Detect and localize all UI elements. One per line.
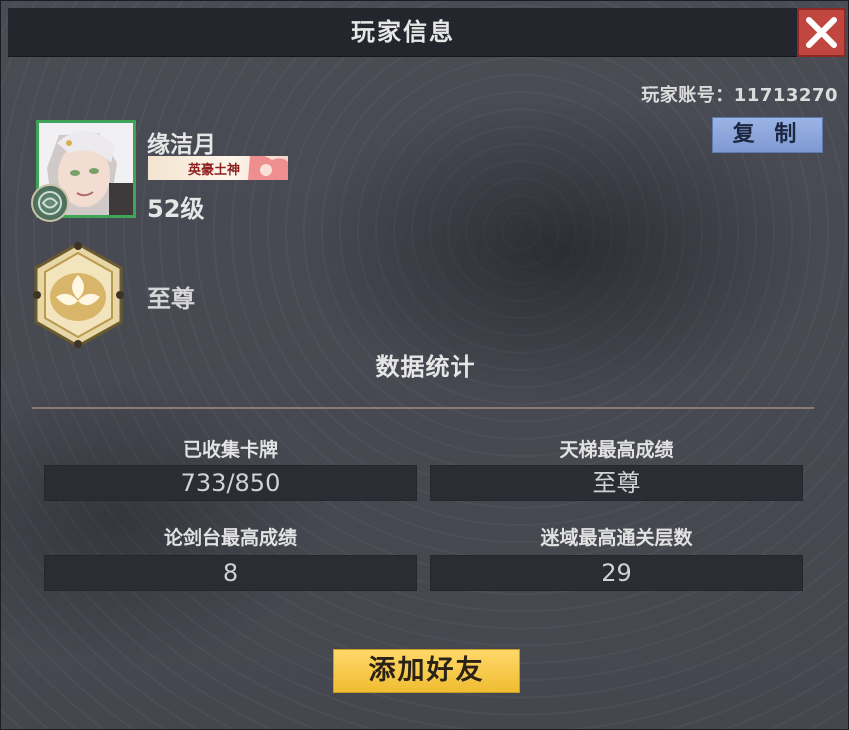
stats-section-title: 数据统计 [375, 353, 476, 381]
stat-value-ladder: 至尊 [430, 465, 803, 501]
stat-value-arena: 8 [44, 555, 417, 591]
player-info-dialog: 玩家信息 玩家账号：11713270 复 制 缘洁月 英豪土神 52级 至尊 数… [0, 0, 849, 730]
stat-value-cards: 733/850 [44, 465, 417, 501]
close-icon [806, 17, 837, 48]
jade-badge-icon [31, 184, 69, 222]
rank-name: 至尊 [147, 285, 195, 313]
dialog-title: 玩家信息 [351, 18, 455, 46]
player-name: 缘洁月 [147, 132, 216, 158]
stat-label-arena: 论剑台最高成绩 [163, 527, 297, 549]
stat-value-maze: 29 [430, 555, 803, 591]
rank-emblem-icon [28, 241, 129, 349]
stat-label-cards: 已收集卡牌 [182, 439, 278, 461]
title-badge: 英豪土神 [148, 156, 288, 180]
copy-button[interactable]: 复 制 [712, 117, 823, 153]
close-button[interactable] [797, 8, 846, 57]
section-divider [32, 407, 814, 409]
player-level: 52级 [147, 195, 205, 223]
add-friend-button[interactable]: 添加好友 [333, 649, 520, 693]
stat-label-ladder: 天梯最高成绩 [559, 439, 674, 461]
title-bar: 玩家信息 [8, 8, 798, 57]
account-label: 玩家账号： [641, 85, 734, 106]
account-info: 玩家账号：11713270 [641, 81, 838, 107]
account-id: 11713270 [733, 85, 838, 106]
stat-label-maze: 迷域最高通关层数 [540, 527, 693, 549]
title-badge-text: 英豪土神 [188, 163, 241, 178]
